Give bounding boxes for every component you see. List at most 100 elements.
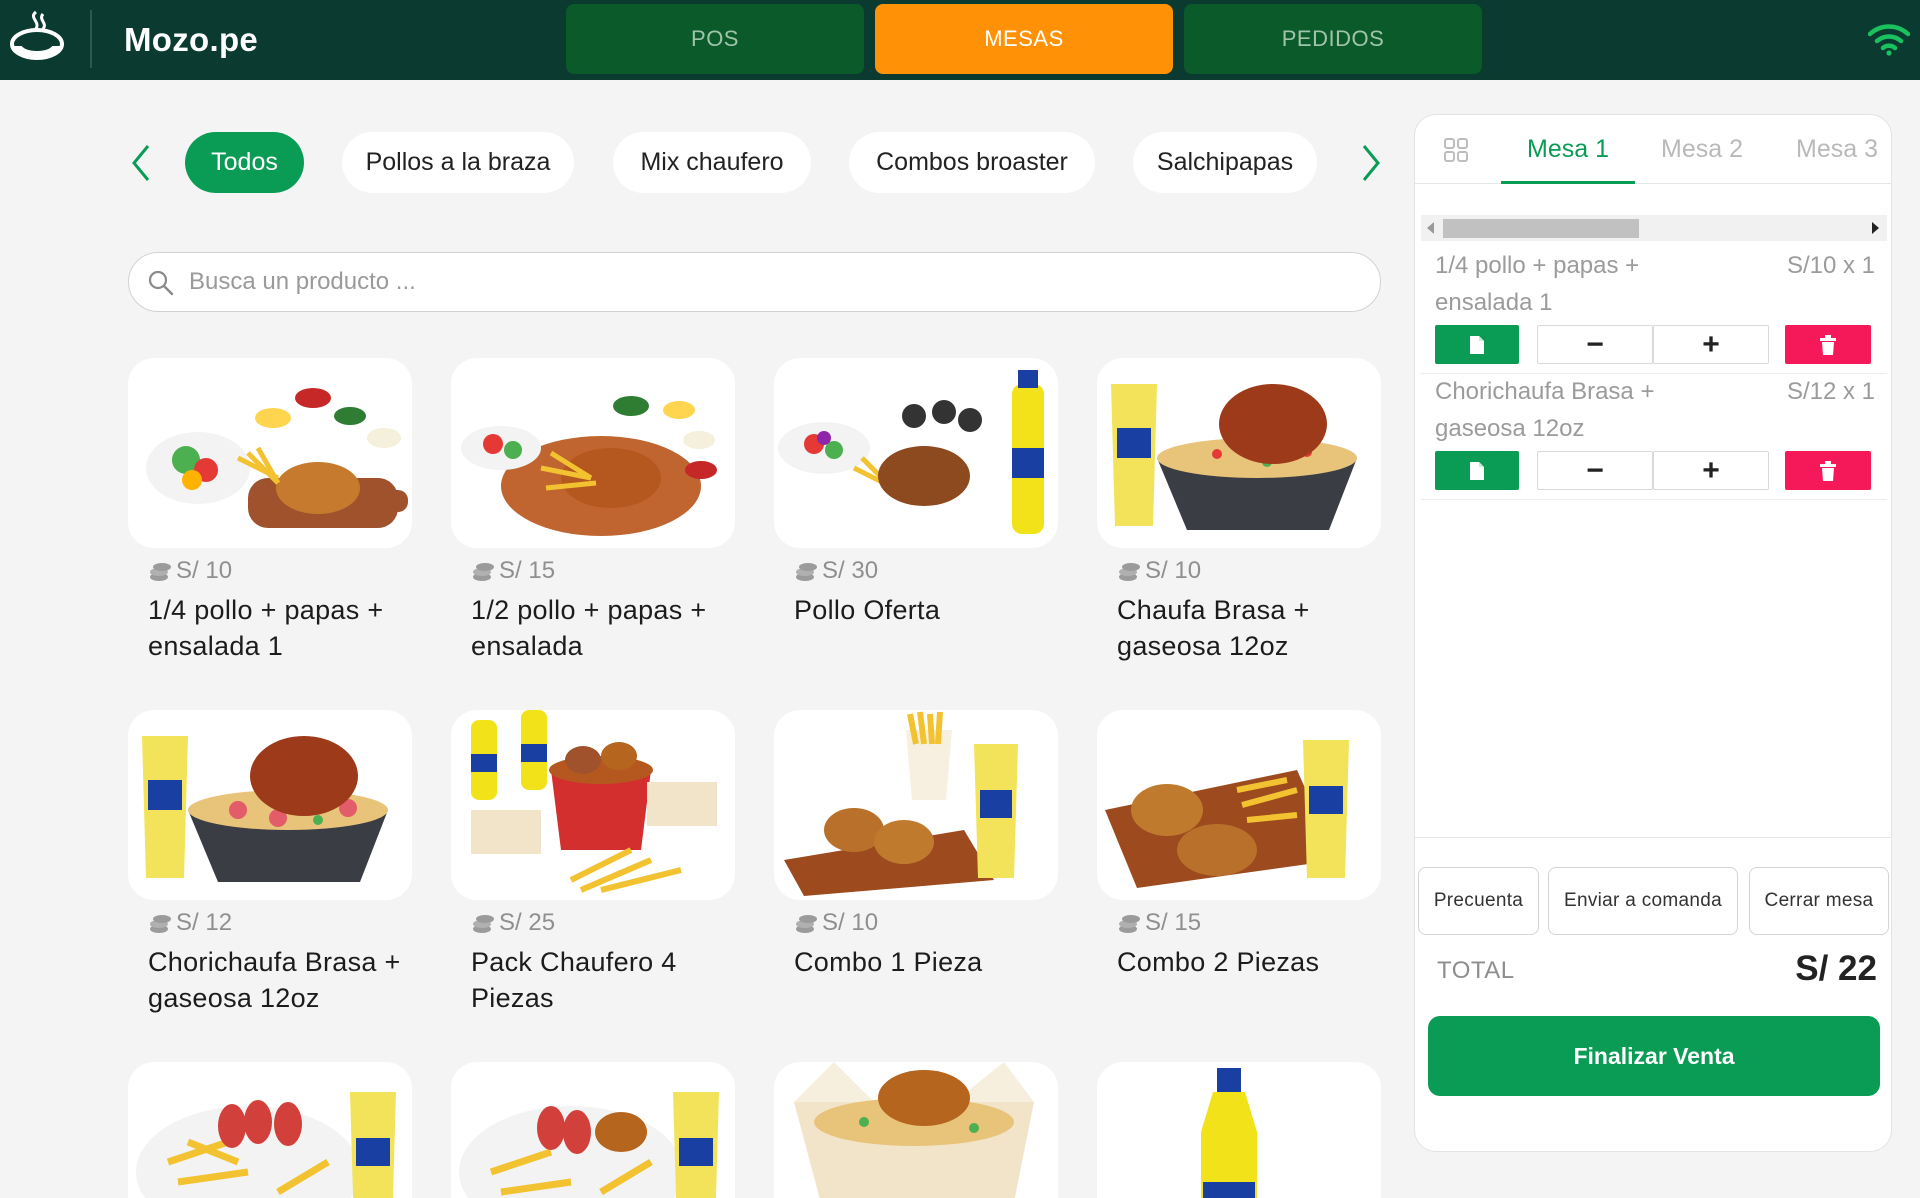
nav-tab-pos[interactable]: POS: [566, 4, 864, 74]
logo-divider: [90, 10, 92, 68]
coins-icon: [1119, 563, 1140, 581]
chevron-right-icon[interactable]: [1354, 140, 1388, 186]
product-image: [128, 1062, 412, 1198]
finalize-sale-button[interactable]: Finalizar Venta: [1428, 1016, 1880, 1096]
trash-icon: [1820, 460, 1836, 481]
product-card[interactable]: [774, 1062, 1058, 1198]
product-name: Combo 2 Piezas: [1117, 947, 1320, 977]
tabs-divider: [1415, 183, 1891, 184]
chevron-left-icon[interactable]: [124, 140, 158, 186]
product-name: Chaufa Brasa + gaseosa 12oz: [1117, 595, 1310, 661]
tab-mesa-3[interactable]: Mesa 3: [1796, 125, 1878, 173]
nav-tab-mesas[interactable]: MESAS: [875, 4, 1173, 74]
product-name: 1/4 pollo + papas + ensalada 1: [148, 595, 384, 661]
note-icon: [1470, 335, 1484, 354]
search-input[interactable]: [189, 261, 1359, 303]
product-card[interactable]: S/ 15 1/2 pollo + papas + ensalada: [451, 358, 735, 664]
order-item-name: Chorichaufa Brasa + gaseosa 12oz: [1435, 378, 1655, 442]
increase-quantity-button[interactable]: +: [1653, 451, 1769, 490]
category-chip-pollos[interactable]: Pollos a la braza: [342, 132, 574, 193]
send-to-kitchen-button[interactable]: Enviar a comanda: [1548, 867, 1738, 935]
grid-icon[interactable]: [1443, 137, 1469, 163]
product-price: S/ 12: [148, 908, 412, 938]
nav-tab-pedidos[interactable]: PEDIDOS: [1184, 4, 1482, 74]
order-item: Chorichaufa Brasa + gaseosa 12oz S/12 x …: [1435, 373, 1875, 447]
category-chip-combos[interactable]: Combos broaster: [849, 132, 1095, 193]
trash-icon: [1820, 334, 1836, 355]
price-text: S/ 10: [1145, 557, 1202, 584]
product-image: [451, 358, 735, 548]
product-name: 1/2 pollo + papas + ensalada: [471, 595, 707, 661]
product-image: [1097, 358, 1381, 548]
category-chip-todos[interactable]: Todos: [185, 132, 304, 193]
logo-icon: [10, 10, 64, 60]
delete-item-button[interactable]: [1785, 451, 1871, 490]
tab-mesa-1[interactable]: Mesa 1: [1527, 125, 1609, 173]
coins-icon: [150, 563, 171, 581]
decrease-quantity-button[interactable]: −: [1537, 451, 1653, 490]
product-image: [774, 358, 1058, 548]
coins-icon: [796, 915, 817, 933]
price-text: S/ 15: [1145, 909, 1202, 936]
order-item-controls: − +: [1435, 451, 1875, 490]
product-card[interactable]: S/ 30 Pollo Oferta: [774, 358, 1058, 628]
product-price: S/ 25: [471, 908, 735, 938]
product-image: [774, 710, 1058, 900]
product-image: [1097, 710, 1381, 900]
note-icon: [1470, 461, 1484, 480]
price-text: S/ 10: [176, 557, 233, 584]
price-text: S/ 15: [499, 557, 556, 584]
order-item-price: S/10 x 1: [1786, 252, 1875, 279]
category-chip-salchipapas[interactable]: Salchipapas: [1133, 132, 1317, 193]
product-image: [451, 1062, 735, 1198]
product-card[interactable]: S/ 10 Chaufa Brasa + gaseosa 12oz: [1097, 358, 1381, 664]
horizontal-scrollbar[interactable]: [1421, 215, 1887, 241]
coins-icon: [473, 915, 494, 933]
product-name: Pack Chaufero 4 Piezas: [471, 947, 677, 1013]
product-price: S/ 10: [794, 908, 1058, 938]
product-card[interactable]: S/ 10 1/4 pollo + papas + ensalada 1: [128, 358, 412, 664]
tab-mesa-2[interactable]: Mesa 2: [1661, 125, 1743, 173]
product-price: S/ 15: [1117, 908, 1381, 938]
minus-icon: −: [1586, 453, 1604, 487]
wifi-icon: [1868, 24, 1910, 56]
coins-icon: [796, 563, 817, 581]
precuenta-button[interactable]: Precuenta: [1418, 867, 1539, 935]
product-card[interactable]: S/ 10 Combo 1 Pieza: [774, 710, 1058, 980]
product-image: [774, 1062, 1058, 1198]
close-table-button[interactable]: Cerrar mesa: [1749, 867, 1889, 935]
search-bar: [128, 252, 1381, 312]
order-item-price: S/12 x 1: [1786, 378, 1875, 405]
active-tab-indicator: [1501, 181, 1635, 184]
product-price: S/ 10: [1117, 556, 1381, 586]
scroll-right-arrow-icon[interactable]: [1872, 222, 1879, 234]
plus-icon: +: [1702, 327, 1720, 361]
product-card[interactable]: [128, 1062, 412, 1198]
product-card[interactable]: [451, 1062, 735, 1198]
scroll-left-arrow-icon[interactable]: [1427, 222, 1434, 234]
price-text: S/ 10: [822, 909, 879, 936]
note-button[interactable]: [1435, 451, 1519, 490]
total-value: S/ 22: [1795, 949, 1877, 988]
total-label: TOTAL: [1437, 957, 1515, 984]
order-item-name: 1/4 pollo + papas + ensalada 1: [1435, 252, 1640, 316]
delete-item-button[interactable]: [1785, 325, 1871, 364]
product-image: [451, 710, 735, 900]
product-image: [128, 710, 412, 900]
note-button[interactable]: [1435, 325, 1519, 364]
increase-quantity-button[interactable]: +: [1653, 325, 1769, 364]
product-card[interactable]: [1097, 1062, 1381, 1198]
scroll-thumb[interactable]: [1443, 219, 1639, 238]
category-chip-mix-chaufero[interactable]: Mix chaufero: [613, 132, 811, 193]
product-card[interactable]: S/ 15 Combo 2 Piezas: [1097, 710, 1381, 980]
order-panel: Mesa 1 Mesa 2 Mesa 3 1/4 pollo + papas +…: [1414, 114, 1892, 1152]
product-price: S/ 10: [148, 556, 412, 586]
decrease-quantity-button[interactable]: −: [1537, 325, 1653, 364]
product-name: Pollo Oferta: [794, 595, 941, 625]
product-card[interactable]: S/ 12 Chorichaufa Brasa + gaseosa 12oz: [128, 710, 412, 1016]
product-card[interactable]: S/ 25 Pack Chaufero 4 Piezas: [451, 710, 735, 1016]
product-image: [1097, 1062, 1381, 1198]
product-price: S/ 15: [471, 556, 735, 586]
product-name: Chorichaufa Brasa + gaseosa 12oz: [148, 947, 401, 1013]
product-name: Combo 1 Pieza: [794, 947, 983, 977]
